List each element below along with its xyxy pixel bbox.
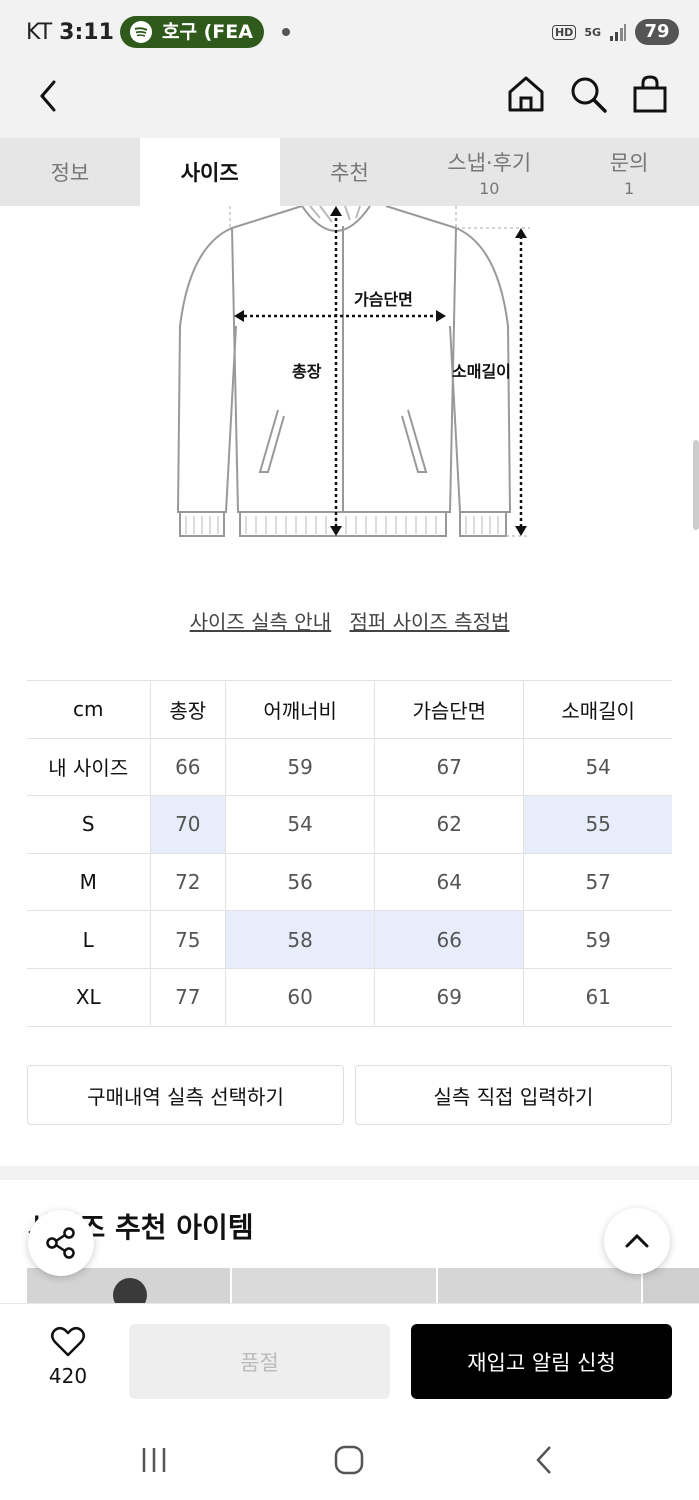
back-icon[interactable] bbox=[34, 78, 64, 114]
value-cell: 66 bbox=[149, 737, 226, 797]
value-cell: 62 bbox=[374, 795, 524, 854]
value-cell: 60 bbox=[225, 967, 375, 1027]
restock-alert-button[interactable]: 재입고 알림 신청 bbox=[411, 1324, 672, 1399]
size-cell: XL bbox=[27, 967, 150, 1027]
carrier-label: KT bbox=[26, 20, 53, 45]
value-cell: 75 bbox=[149, 910, 226, 969]
table-row: L 75 58 66 59 bbox=[27, 910, 672, 969]
app-bar bbox=[0, 62, 699, 138]
jacket-size-diagram: 가슴단면 총장 소매길이 bbox=[160, 205, 540, 546]
search-icon[interactable] bbox=[568, 74, 608, 114]
value-cell: 67 bbox=[374, 737, 524, 797]
product-thumbnail[interactable] bbox=[437, 1268, 642, 1304]
tab-recommend[interactable]: 추천 bbox=[280, 138, 420, 206]
value-cell-match: 55 bbox=[523, 795, 672, 854]
product-thumbnail[interactable] bbox=[643, 1268, 699, 1304]
size-guide-links: 사이즈 실측 안내 점퍼 사이즈 측정법 bbox=[0, 606, 699, 635]
table-row: 내 사이즈 66 59 67 54 bbox=[27, 737, 672, 797]
back-nav-icon[interactable] bbox=[530, 1444, 562, 1476]
value-cell: 59 bbox=[523, 910, 672, 969]
media-title: 호구 (FEA bbox=[162, 21, 253, 43]
value-cell: 77 bbox=[149, 967, 226, 1027]
status-bar: KT 3:11 호구 (FEA HD 5G 79 bbox=[0, 0, 699, 62]
carrier-time: KT 3:11 bbox=[26, 20, 114, 45]
direct-input-measure-button[interactable]: 실측 직접 입력하기 bbox=[355, 1065, 672, 1125]
table-header: 소매길이 bbox=[523, 680, 672, 739]
signal-icon bbox=[610, 24, 626, 41]
tab-count: 10 bbox=[479, 178, 500, 198]
spotify-icon bbox=[130, 21, 152, 43]
value-cell: 54 bbox=[225, 795, 375, 854]
table-header: 가슴단면 bbox=[374, 680, 524, 739]
section-divider bbox=[0, 1166, 699, 1180]
chest-label: 가슴단면 bbox=[354, 290, 413, 309]
tab-count: 1 bbox=[623, 178, 635, 198]
select-purchase-measure-button[interactable]: 구매내역 실측 선택하기 bbox=[27, 1065, 344, 1125]
table-row: S 70 54 62 55 bbox=[27, 795, 672, 854]
status-icons: HD 5G 79 bbox=[551, 18, 679, 46]
tab-size[interactable]: 사이즈 bbox=[139, 138, 280, 206]
product-tabs: 정보 사이즈 추천 스냅·후기 10 문의 1 bbox=[0, 138, 699, 206]
table-header: 어깨너비 bbox=[225, 680, 375, 739]
length-label: 총장 bbox=[292, 362, 322, 381]
product-thumbnail[interactable] bbox=[232, 1268, 436, 1304]
size-cell: M bbox=[27, 852, 150, 912]
value-cell: 56 bbox=[225, 852, 375, 912]
value-cell: 72 bbox=[149, 852, 226, 912]
table-header-row: cm 총장 어깨너비 가슴단면 소매길이 bbox=[27, 680, 672, 739]
tab-label: 스냅·후기 bbox=[447, 150, 532, 175]
value-cell: 69 bbox=[374, 967, 524, 1027]
shopping-bag-icon[interactable] bbox=[630, 74, 670, 114]
notification-dot bbox=[282, 28, 290, 36]
battery-indicator: 79 bbox=[635, 19, 679, 45]
measure-method-link[interactable]: 점퍼 사이즈 측정법 bbox=[349, 610, 509, 634]
heart-icon bbox=[51, 1327, 85, 1357]
home-icon[interactable] bbox=[506, 74, 546, 114]
table-row: XL 77 60 69 61 bbox=[27, 967, 672, 1027]
chevron-up-icon bbox=[625, 1233, 649, 1248]
scroll-top-button[interactable] bbox=[604, 1208, 670, 1274]
size-cell: L bbox=[27, 910, 150, 969]
size-cell: S bbox=[27, 795, 150, 854]
media-pill[interactable]: 호구 (FEA bbox=[120, 16, 264, 48]
hd-icon: HD bbox=[551, 24, 577, 40]
clock: 3:11 bbox=[59, 20, 114, 45]
table-row: M 72 56 64 57 bbox=[27, 852, 672, 912]
table-header: 총장 bbox=[149, 680, 226, 739]
size-guide-link[interactable]: 사이즈 실측 안내 bbox=[190, 610, 332, 634]
value-cell: 59 bbox=[225, 737, 375, 797]
like-count: 420 bbox=[48, 1364, 88, 1388]
tab-inquiry[interactable]: 문의 1 bbox=[559, 138, 699, 206]
soldout-button: 품절 bbox=[129, 1324, 390, 1399]
value-cell-match: 70 bbox=[149, 795, 226, 854]
value-cell-match: 66 bbox=[374, 910, 524, 969]
tab-snap-review[interactable]: 스냅·후기 10 bbox=[419, 138, 559, 206]
system-nav-bar bbox=[0, 1420, 699, 1500]
value-cell: 64 bbox=[374, 852, 524, 912]
table-header: cm bbox=[27, 680, 150, 739]
tab-label: 문의 bbox=[609, 150, 649, 175]
like-button[interactable]: 420 bbox=[40, 1326, 96, 1388]
purchase-bar: 420 품절 재입고 알림 신청 bbox=[0, 1303, 699, 1420]
sleeve-label: 소매길이 bbox=[452, 362, 511, 381]
value-cell: 54 bbox=[523, 737, 672, 797]
value-cell: 61 bbox=[523, 967, 672, 1027]
tab-label: 정보 bbox=[50, 161, 90, 185]
share-button[interactable] bbox=[28, 1210, 94, 1276]
tab-label: 추천 bbox=[330, 161, 369, 185]
recent-apps-icon[interactable] bbox=[138, 1444, 170, 1476]
value-cell: 57 bbox=[523, 852, 672, 912]
home-nav-icon[interactable] bbox=[333, 1444, 365, 1476]
tab-label: 사이즈 bbox=[180, 161, 239, 185]
scroll-indicator[interactable] bbox=[693, 440, 699, 530]
recommend-carousel[interactable] bbox=[27, 1268, 699, 1312]
share-icon bbox=[46, 1227, 75, 1259]
tab-info[interactable]: 정보 bbox=[0, 138, 140, 206]
size-table: cm 총장 어깨너비 가슴단면 소매길이 내 사이즈 66 59 67 54 S… bbox=[27, 680, 672, 1027]
value-cell-match: 58 bbox=[225, 910, 375, 969]
network-5g-icon: 5G bbox=[584, 25, 601, 39]
size-cell: 내 사이즈 bbox=[27, 737, 150, 797]
